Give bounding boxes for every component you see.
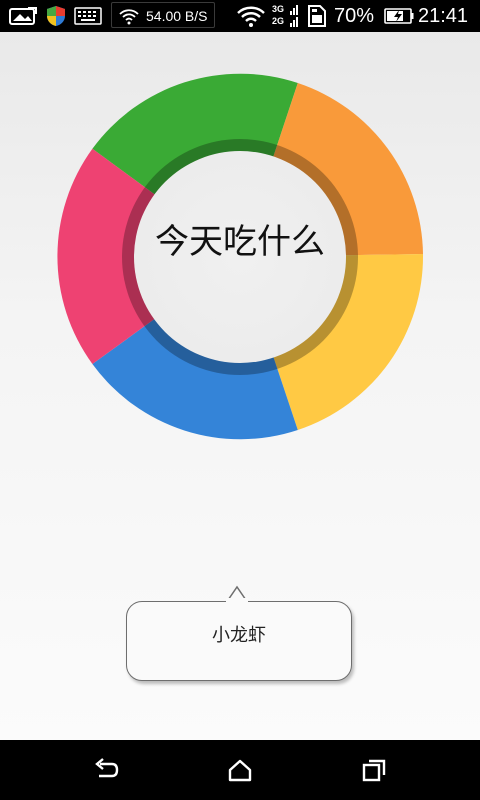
recent-apps-icon xyxy=(362,759,386,782)
sim-card-icon xyxy=(306,4,328,28)
result-label: 小龙虾 xyxy=(212,625,266,646)
shield-icon xyxy=(44,4,68,28)
result-bubble: 小龙虾 xyxy=(126,601,352,681)
keyboard-icon xyxy=(74,7,102,25)
home-button[interactable] xyxy=(210,750,270,790)
recent-apps-button[interactable] xyxy=(344,750,404,790)
home-icon xyxy=(228,759,252,782)
navigation-bar xyxy=(0,740,480,800)
wifi-data-icon xyxy=(236,4,266,28)
wifi-icon xyxy=(118,7,140,25)
battery-percent: 70% xyxy=(334,5,375,27)
wheel-center-label: 今天吃什么 xyxy=(155,222,325,262)
bubble-tail-mask xyxy=(226,598,248,604)
battery-charging-icon xyxy=(384,8,414,24)
status-bar: 54.00 B/S 3G 2G 70% 21:41 xyxy=(0,0,480,32)
image-icon xyxy=(8,6,38,26)
back-icon xyxy=(95,758,119,778)
back-button[interactable] xyxy=(76,750,136,790)
network-speed-text: 54.00 B/S xyxy=(146,8,208,24)
main-content: 今天吃什么 小龙虾 xyxy=(0,32,480,740)
clock: 21:41 xyxy=(418,5,469,27)
